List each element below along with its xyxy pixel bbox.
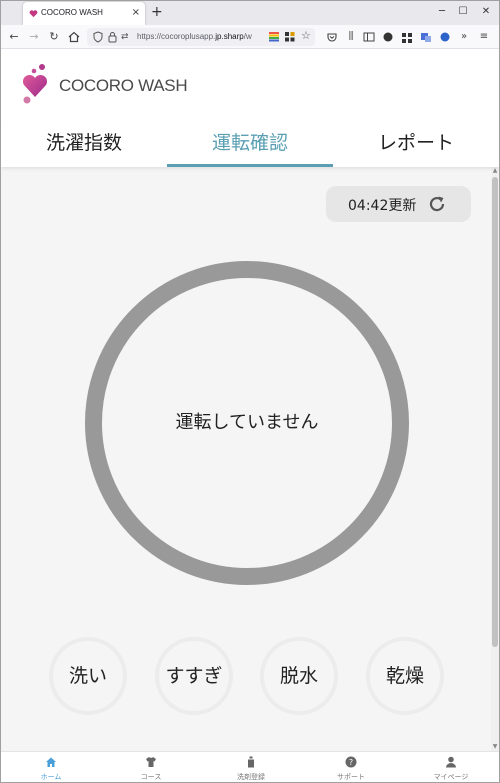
scroll-thumb[interactable] xyxy=(492,177,498,647)
update-time-label: 04:42更新 xyxy=(348,198,417,214)
tab-report[interactable]: レポート xyxy=(333,122,499,167)
bookmark-star-icon[interactable]: ☆ xyxy=(301,30,311,42)
lock-icon xyxy=(108,32,117,43)
tab-operation-status[interactable]: 運転確認 xyxy=(167,122,333,167)
main-content: 04:42更新 運転していません 洗い すすぎ 脱水 乾燥 xyxy=(1,167,491,751)
cocoro-logo-icon xyxy=(22,64,48,104)
maximize-button[interactable]: ☐ xyxy=(456,5,470,19)
bottom-nav-detergent[interactable]: 洗剤登録 xyxy=(201,752,301,782)
tab-strip: COCORO WASH × + ─ ☐ ✕ xyxy=(1,1,499,25)
home-icon[interactable] xyxy=(67,30,81,44)
translate-icon[interactable] xyxy=(420,30,432,44)
bottom-nav-course[interactable]: コース xyxy=(101,752,201,782)
bottom-nav-label: マイページ xyxy=(433,773,469,781)
detergent-icon xyxy=(248,756,254,768)
step-spin: 脱水 xyxy=(260,637,338,715)
overflow-chevron-icon[interactable]: » xyxy=(458,30,470,44)
new-tab-button[interactable]: + xyxy=(151,4,163,20)
minimize-button[interactable]: ─ xyxy=(435,5,449,19)
extension-grid-icon[interactable] xyxy=(285,32,295,42)
home-icon xyxy=(46,757,56,767)
app-header: COCORO WASH xyxy=(1,50,499,122)
browser-tab[interactable]: COCORO WASH × xyxy=(23,2,145,25)
page-scrollbar[interactable]: ▲ ▼ xyxy=(491,167,499,751)
bottom-nav-label: 洗剤登録 xyxy=(237,773,265,781)
step-rinse: すすぎ xyxy=(155,637,233,715)
status-text: 運転していません xyxy=(175,412,319,433)
tab-laundry-index[interactable]: 洗濯指数 xyxy=(1,122,167,167)
bottom-nav-label: コース xyxy=(140,773,162,781)
refresh-icon xyxy=(429,196,445,212)
status-ring: 運転していません xyxy=(85,261,409,585)
account-icon[interactable] xyxy=(382,30,394,44)
person-icon xyxy=(446,756,456,768)
bottom-nav-label: ホーム xyxy=(40,773,62,781)
help-icon: ? xyxy=(345,756,357,768)
menu-icon[interactable]: ≡ xyxy=(478,30,490,44)
sidebar-icon[interactable] xyxy=(363,30,375,44)
extension-blue-icon[interactable] xyxy=(439,30,451,44)
step-wash: 洗い xyxy=(49,637,127,715)
bottom-nav-label: サポート xyxy=(337,773,365,781)
library-icon[interactable]: ⫼ xyxy=(345,30,357,44)
scroll-down-icon[interactable]: ▼ xyxy=(491,743,499,751)
bottom-nav-mypage[interactable]: マイページ xyxy=(401,752,499,782)
nav-toolbar: ← → ↻ ⇄ https://cocoroplusapp.jp.sharp/w xyxy=(1,25,499,49)
bottom-nav-support[interactable]: ? サポート xyxy=(301,752,401,782)
browser-window: COCORO WASH × + ─ ☐ ✕ ← → ↻ ⇄ https://co… xyxy=(0,0,500,783)
pocket-icon[interactable] xyxy=(326,30,338,44)
extension-color-icon[interactable] xyxy=(269,32,279,42)
back-arrow-icon[interactable]: ← xyxy=(7,30,21,44)
shirt-icon xyxy=(146,757,156,767)
main-tabs: 洗濯指数 運転確認 レポート xyxy=(1,122,499,167)
url-text: https://cocoroplusapp.jp.sharp/w xyxy=(137,32,252,41)
forward-arrow-icon[interactable]: → xyxy=(27,30,41,44)
step-dry: 乾燥 xyxy=(366,637,444,715)
permissions-icon[interactable]: ⇄ xyxy=(121,31,129,43)
shield-icon xyxy=(93,31,103,43)
scroll-up-icon[interactable]: ▲ xyxy=(491,167,499,175)
cocoro-favicon-icon xyxy=(29,10,38,18)
extensions-grid-icon[interactable] xyxy=(401,30,413,44)
url-bar[interactable]: ⇄ https://cocoroplusapp.jp.sharp/w ☆ xyxy=(87,28,315,46)
brand-name: COCORO WASH xyxy=(59,76,188,95)
refresh-button[interactable]: 04:42更新 xyxy=(326,186,471,222)
bottom-nav-home[interactable]: ホーム xyxy=(1,752,101,782)
close-window-button[interactable]: ✕ xyxy=(479,5,493,19)
bottom-nav: ホーム コース 洗剤登録 ? サポート マイページ xyxy=(1,751,499,782)
reload-icon[interactable]: ↻ xyxy=(47,30,61,44)
tab-close-icon[interactable]: × xyxy=(132,6,140,20)
tab-title: COCORO WASH xyxy=(41,8,103,17)
svg-text:?: ? xyxy=(349,758,353,767)
